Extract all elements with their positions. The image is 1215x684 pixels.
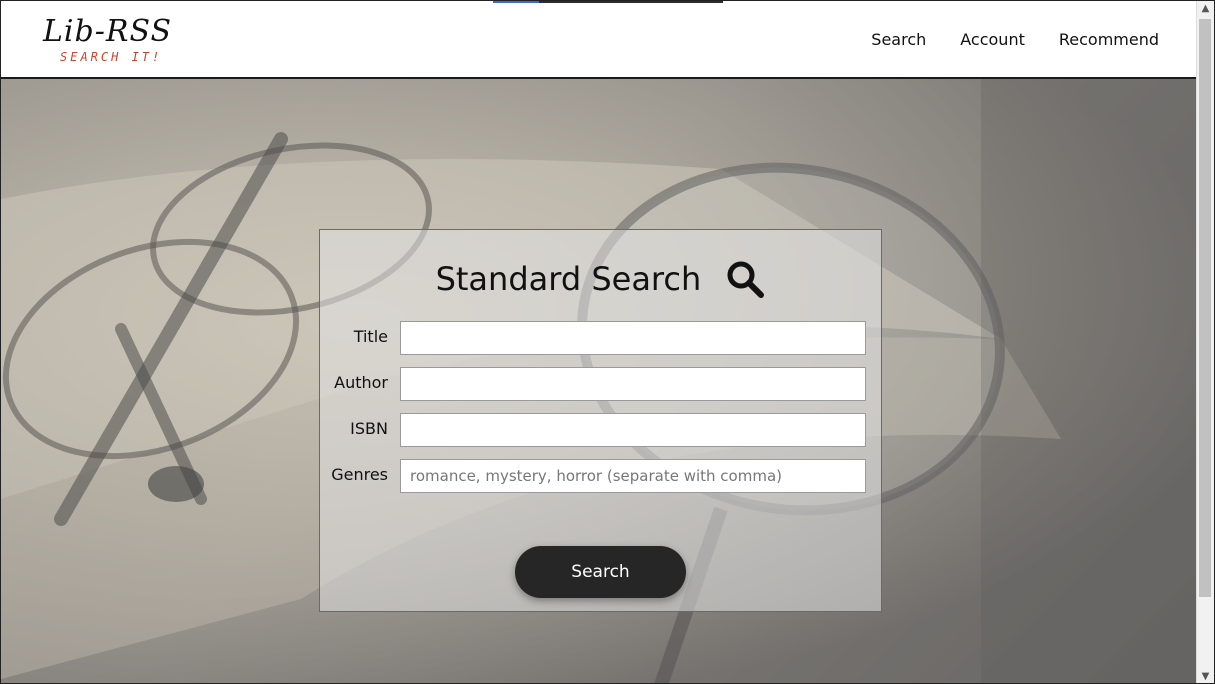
- chevron-up-icon[interactable]: ▲: [1197, 1, 1214, 17]
- author-input[interactable]: [400, 367, 866, 401]
- genres-input[interactable]: [400, 459, 866, 493]
- site-logo[interactable]: Lib-RSS SEARCH IT!: [43, 15, 183, 71]
- search-icon: [727, 261, 765, 298]
- standard-search-panel: Standard Search Title Author ISBN Genres…: [319, 229, 882, 612]
- isbn-row: ISBN: [320, 413, 881, 447]
- panel-title-text: Standard Search: [435, 260, 702, 298]
- isbn-label: ISBN: [350, 419, 388, 438]
- top-accent-line: [493, 1, 723, 3]
- scrollbar-thumb[interactable]: [1199, 19, 1211, 597]
- genres-label: Genres: [331, 465, 388, 484]
- nav-recommend-link[interactable]: Recommend: [1059, 29, 1159, 51]
- nav-account-link[interactable]: Account: [960, 29, 1025, 51]
- logo-tagline: SEARCH IT!: [60, 50, 163, 64]
- author-row: Author: [320, 367, 881, 401]
- search-button[interactable]: Search: [515, 546, 686, 598]
- genres-row: Genres: [320, 459, 881, 493]
- panel-title: Standard Search: [320, 258, 881, 299]
- site-header: Lib-RSS SEARCH IT! Search Account Recomm…: [1, 1, 1198, 79]
- main-nav: Search Account Recommend: [871, 29, 1159, 51]
- vertical-scrollbar[interactable]: ▲ ▼: [1196, 1, 1214, 683]
- isbn-input[interactable]: [400, 413, 866, 447]
- logo-main-text: Lib-RSS: [43, 14, 173, 49]
- nav-search-link[interactable]: Search: [871, 29, 926, 51]
- accent-blue: [493, 1, 539, 3]
- chevron-down-icon[interactable]: ▼: [1197, 669, 1214, 683]
- title-label: Title: [353, 327, 388, 346]
- browser-viewport: Lib-RSS SEARCH IT! Search Account Recomm…: [0, 0, 1215, 684]
- title-row: Title: [320, 321, 881, 355]
- author-label: Author: [334, 373, 388, 392]
- title-input[interactable]: [400, 321, 866, 355]
